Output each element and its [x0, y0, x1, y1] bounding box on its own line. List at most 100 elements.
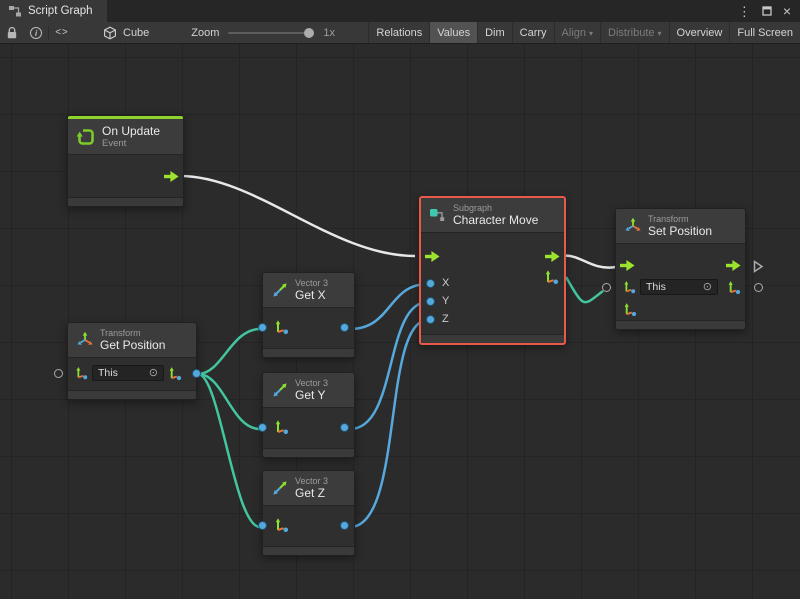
zoom-slider[interactable] — [228, 27, 314, 39]
port-z-input[interactable] — [426, 315, 435, 324]
values-button[interactable]: Values — [429, 22, 477, 43]
relations-button[interactable]: Relations — [368, 22, 429, 43]
wire-charactermove-to-setposition-this[interactable] — [566, 277, 603, 302]
maximize-icon[interactable] — [762, 6, 772, 16]
node-subtitle: Event — [102, 138, 160, 149]
vector-input-port[interactable] — [258, 323, 267, 332]
transform-mini-icon — [74, 366, 88, 380]
code-view-button[interactable]: < > — [49, 22, 73, 43]
position-output-port[interactable] — [192, 369, 201, 378]
axis-icon[interactable] — [543, 269, 559, 285]
target-picker-icon[interactable]: ⊙ — [703, 282, 712, 293]
port-y-input[interactable] — [426, 297, 435, 306]
graph-context-selector[interactable]: Cube — [103, 26, 149, 40]
wire-gety-to-y[interactable] — [350, 302, 428, 429]
zoom-value: 1x — [323, 27, 335, 39]
wire-getposition-to-getz[interactable] — [198, 374, 260, 527]
flow-output-port[interactable] — [545, 251, 560, 262]
this-dropdown[interactable]: This ⊙ — [92, 365, 164, 381]
node-footer — [421, 334, 564, 343]
fullscreen-button[interactable]: Full Screen — [729, 22, 800, 43]
flow-port-outline-icon[interactable] — [753, 260, 764, 273]
this-value: This — [646, 281, 666, 293]
axis-icon[interactable] — [726, 280, 741, 295]
node-kind: Vector 3 — [295, 378, 328, 388]
script-graph-window: Script Graph ⋮ × i < > Cube Zoom — [0, 0, 800, 599]
vector3-icon — [271, 281, 289, 299]
node-body: This ⊙ — [68, 358, 196, 390]
kebab-menu-icon[interactable]: ⋮ — [738, 5, 751, 18]
axis-icon[interactable] — [273, 319, 289, 335]
tab-script-graph[interactable]: Script Graph — [0, 0, 107, 22]
value-port-outline[interactable] — [754, 283, 763, 292]
zoom-control: Zoom 1x — [191, 27, 335, 39]
vector-input-port[interactable] — [258, 423, 267, 432]
node-title: On Update — [102, 124, 160, 138]
z-output-port[interactable] — [340, 521, 349, 530]
zoom-slider-knob[interactable] — [304, 28, 314, 38]
node-footer — [263, 448, 354, 457]
axis-icon[interactable] — [622, 302, 637, 317]
zoom-label: Zoom — [191, 27, 219, 39]
window-tab-bar: Script Graph ⋮ × — [0, 0, 800, 22]
transform-icon — [624, 217, 642, 235]
port-x-input[interactable] — [426, 279, 435, 288]
wire-getposition-to-getx[interactable] — [198, 329, 260, 374]
node-header: On Update Event — [68, 119, 183, 155]
chevron-down-icon: ▾ — [589, 29, 593, 38]
axis-icon[interactable] — [273, 517, 289, 533]
node-character-move[interactable]: Subgraph Character Move X Y Z — [419, 196, 566, 345]
carry-button[interactable]: Carry — [512, 22, 554, 43]
this-input-port[interactable] — [54, 369, 63, 378]
window-controls: ⋮ × — [738, 0, 800, 22]
node-kind: Transform — [100, 328, 165, 338]
node-body: X Y Z — [421, 233, 564, 334]
node-header: Vector 3 Get Z — [263, 471, 354, 506]
zoom-slider-track[interactable] — [228, 32, 310, 34]
distribute-button[interactable]: Distribute ▾ — [600, 22, 668, 43]
node-on-update[interactable]: On Update Event — [67, 115, 184, 207]
node-footer — [616, 320, 745, 329]
target-picker-icon[interactable]: ⊙ — [149, 368, 158, 379]
close-icon[interactable]: × — [783, 4, 791, 18]
flow-input-port[interactable] — [620, 260, 635, 271]
axis-icon[interactable] — [273, 419, 289, 435]
flow-output-port[interactable] — [726, 260, 741, 271]
tab-title: Script Graph — [28, 5, 93, 17]
node-header: Transform Get Position — [68, 323, 196, 358]
node-footer — [263, 546, 354, 555]
node-get-position[interactable]: Transform Get Position This ⊙ — [67, 322, 197, 400]
graph-toolbar: i < > Cube Zoom 1x Relations Values Dim … — [0, 22, 800, 44]
y-output-port[interactable] — [340, 423, 349, 432]
node-title: Get Z — [295, 486, 328, 500]
vector-input-port[interactable] — [258, 521, 267, 530]
overview-button[interactable]: Overview — [669, 22, 730, 43]
axis-icon[interactable] — [167, 366, 182, 381]
subgraph-icon — [429, 208, 447, 222]
dim-button[interactable]: Dim — [477, 22, 512, 43]
flow-output-port[interactable] — [164, 171, 179, 182]
lock-icon — [6, 26, 18, 40]
toolbar-buttons: Relations Values Dim Carry Align ▾ Distr… — [368, 22, 800, 43]
node-get-y[interactable]: Vector 3 Get Y — [262, 372, 355, 458]
lock-button[interactable] — [0, 22, 24, 43]
info-button[interactable]: i — [24, 22, 48, 43]
transform-icon — [76, 331, 94, 349]
this-dropdown[interactable]: This ⊙ — [640, 279, 718, 295]
wire-onupdate-to-charactermove[interactable] — [180, 176, 415, 256]
port-x-label: X — [442, 277, 449, 290]
node-get-x[interactable]: Vector 3 Get X — [262, 272, 355, 358]
align-button[interactable]: Align ▾ — [554, 22, 600, 43]
x-output-port[interactable] — [340, 323, 349, 332]
graph-canvas[interactable]: On Update Event Subgraph Character Move — [0, 44, 800, 599]
wire-charactermove-to-setposition[interactable] — [561, 256, 616, 268]
wire-getz-to-z[interactable] — [350, 320, 428, 527]
node-set-position[interactable]: Transform Set Position This ⊙ — [615, 208, 746, 330]
node-header: Subgraph Character Move — [421, 198, 564, 233]
this-input-port[interactable] — [602, 283, 611, 292]
transform-mini-icon — [622, 280, 636, 294]
node-body — [263, 308, 354, 348]
flow-input-port[interactable] — [425, 251, 440, 262]
node-get-z[interactable]: Vector 3 Get Z — [262, 470, 355, 556]
node-title: Get Y — [295, 388, 328, 402]
